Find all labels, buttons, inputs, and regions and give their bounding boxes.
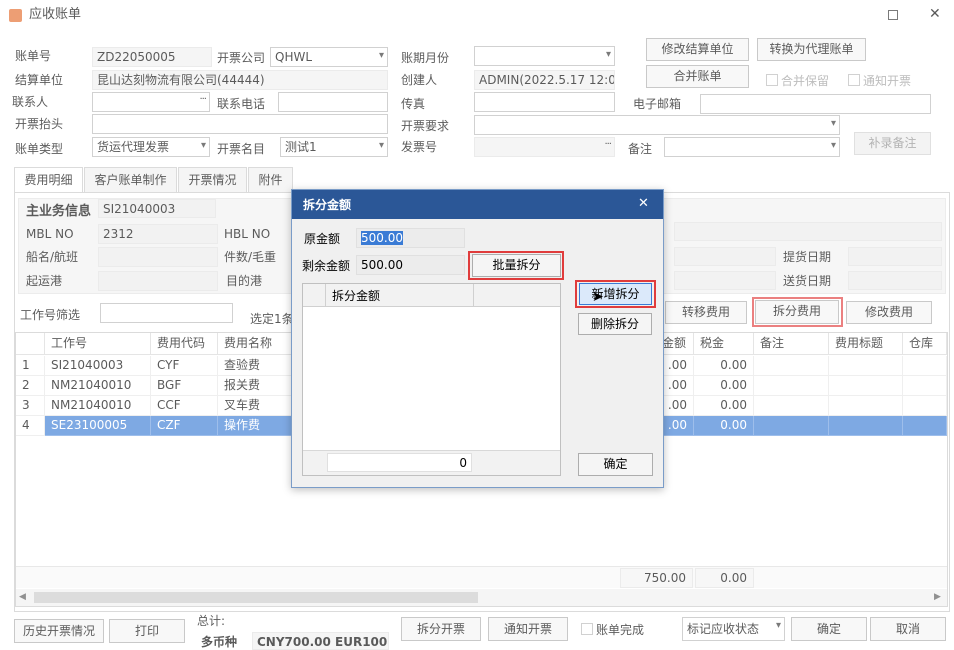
confirm-button[interactable]: 确定 <box>578 453 653 476</box>
remain-amount-field: 500.00 <box>356 255 465 275</box>
orig-amount-field: 500.00 <box>356 228 465 248</box>
orig-amount-label: 原金额 <box>304 232 341 246</box>
split-grid-header-amount: 拆分金额 <box>332 289 381 303</box>
dialog-title: 拆分金额 <box>303 198 352 212</box>
orig-amount-value: 500.00 <box>361 231 403 245</box>
delete-split-button[interactable]: 删除拆分 <box>578 313 652 335</box>
dialog-close-icon[interactable]: ✕ <box>638 196 649 212</box>
split-sum-field: 0 <box>327 453 472 472</box>
split-grid-header-divider <box>473 284 474 307</box>
split-grid-header-rownum <box>325 284 326 307</box>
split-grid <box>302 283 561 476</box>
add-split-highlight <box>575 280 656 308</box>
batch-split-highlight <box>468 251 564 280</box>
mouse-cursor-icon: ➤ <box>592 289 604 305</box>
remain-amount-label: 剩余金额 <box>302 259 351 273</box>
